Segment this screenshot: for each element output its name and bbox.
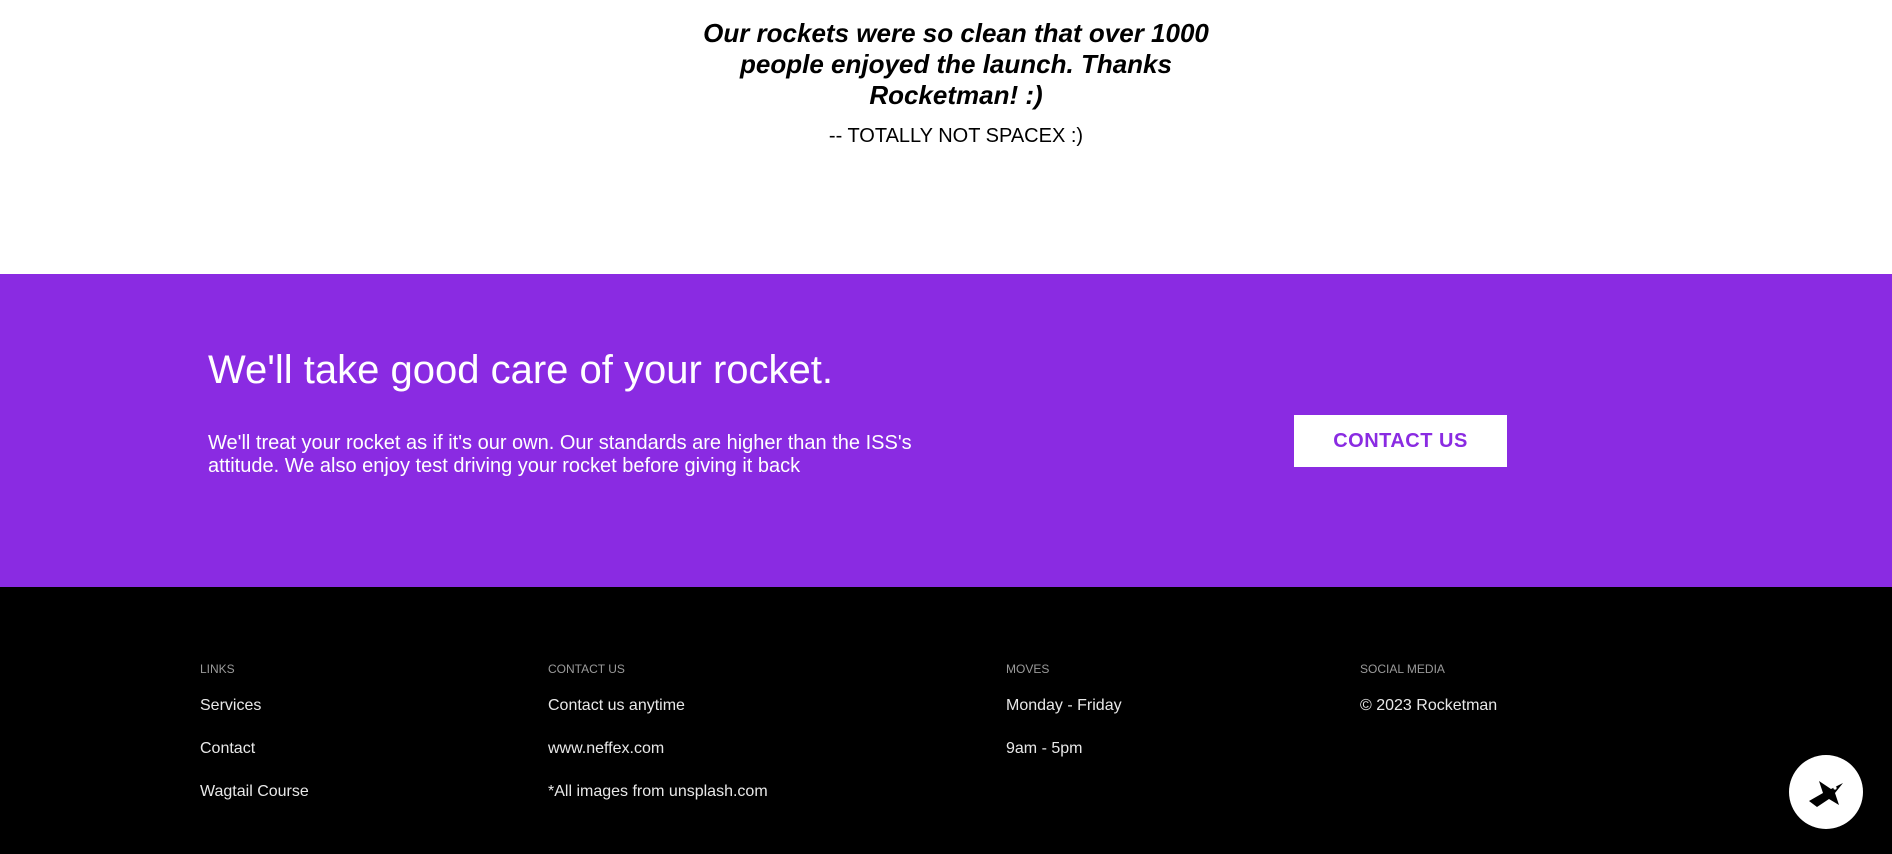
chat-widget-button[interactable] (1789, 755, 1863, 829)
testimonial-quote: Our rockets were so clean that over 1000… (703, 18, 1209, 110)
contact-us-button[interactable]: CONTACT US (1294, 415, 1507, 467)
footer-moves-heading: MOVES (1006, 662, 1050, 676)
footer-link-services[interactable]: Services (200, 696, 309, 715)
footer-social-column: SOCIAL MEDIA © 2023 Rocketman (1360, 662, 1497, 739)
footer-moves-hours: 9am - 5pm (1006, 740, 1083, 757)
footer-links-column: LINKS Services Contact Wagtail Course (200, 662, 309, 825)
cta-title: We'll take good care of your rocket. (208, 348, 833, 392)
footer-moves-column: MOVES Monday - Friday 9am - 5pm (1006, 662, 1122, 782)
footer-contact-website: www.neffex.com (548, 740, 665, 757)
footer-link-contact[interactable]: Contact (200, 739, 309, 758)
footer-social-heading: SOCIAL MEDIA (1360, 662, 1445, 676)
cta-description: We'll treat your rocket as if it's our o… (208, 432, 912, 477)
footer-contact-anytime: Contact us anytime (548, 697, 685, 714)
cta-banner (0, 274, 1892, 587)
footer-moves-days: Monday - Friday (1006, 697, 1122, 714)
footer-contact-heading: CONTACT US (548, 662, 625, 676)
footer-copyright: © 2023 Rocketman (1360, 697, 1498, 714)
testimonial-attribution: -- TOTALLY NOT SPACEX :) (828, 125, 1084, 147)
footer-contact-column: CONTACT US Contact us anytime www.neffex… (548, 662, 768, 825)
bird-icon (1809, 781, 1843, 807)
footer-links-heading: LINKS (200, 662, 235, 676)
footer-image-credit: *All images from unsplash.com (548, 783, 768, 800)
footer-link-wagtail-course[interactable]: Wagtail Course (200, 782, 309, 801)
testimonial-section: Our rockets were so clean that over 1000… (0, 0, 1892, 274)
